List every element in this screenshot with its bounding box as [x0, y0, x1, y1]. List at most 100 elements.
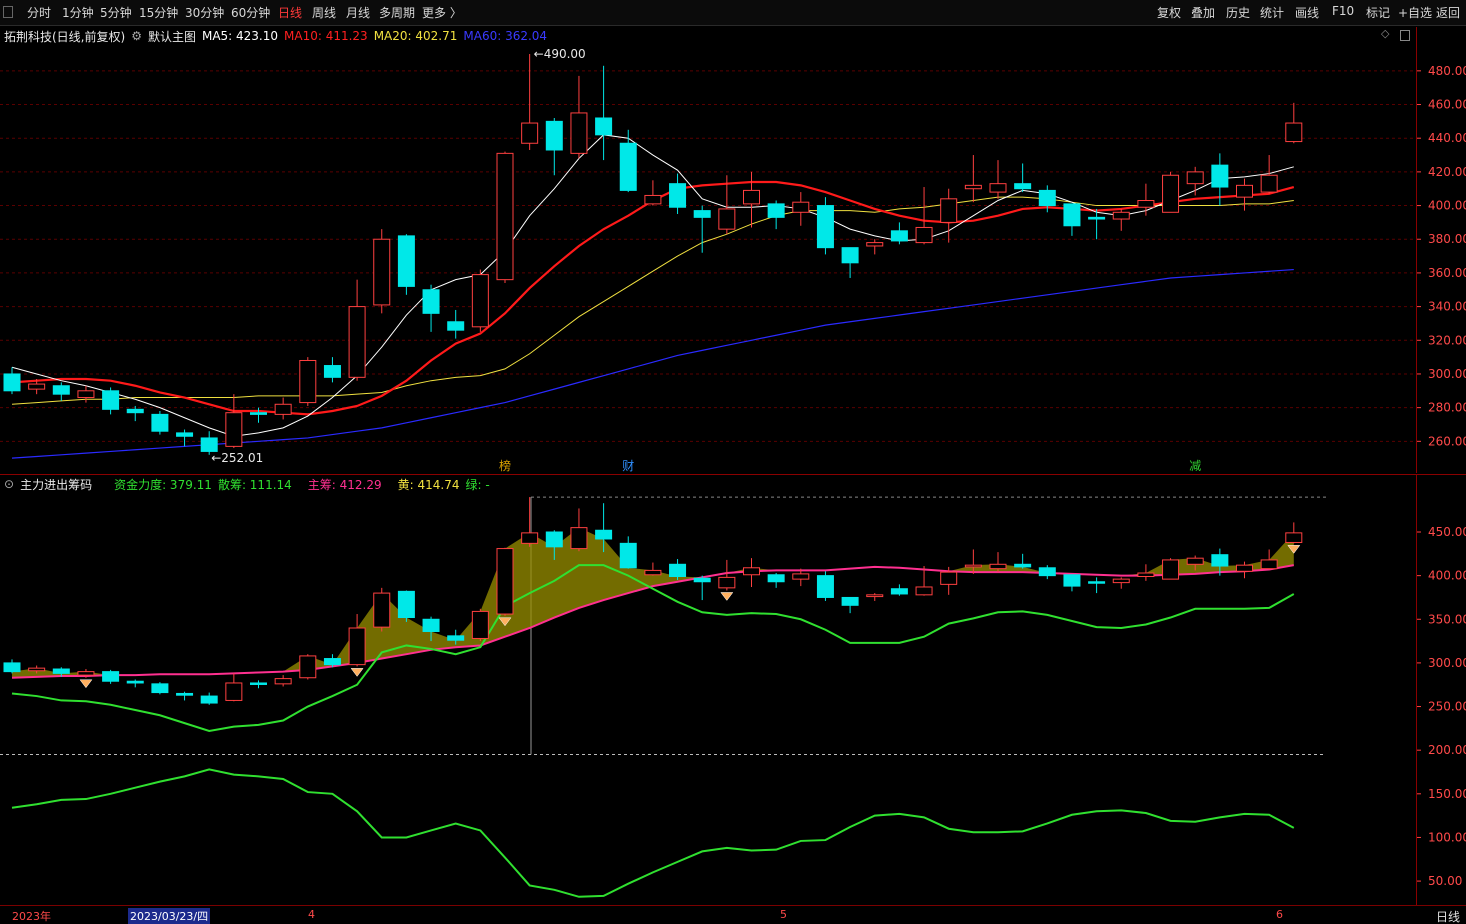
candle-body	[521, 532, 539, 544]
mark-button[interactable]: 标记	[1366, 4, 1390, 21]
candle-body	[1236, 184, 1253, 198]
indicator-chart[interactable]: 450.00 400.00 350.00 300.00 250.00 200.00 150.…	[0, 475, 1466, 906]
candle-body	[1063, 574, 1081, 587]
candle-body	[890, 588, 908, 595]
candle-body	[619, 542, 637, 569]
low-price-annotation: ←252.01	[211, 451, 263, 465]
signal-diamond-icon	[720, 592, 734, 601]
candle-body	[373, 238, 391, 306]
event-marker: 财	[622, 459, 634, 473]
period-tab-60min[interactable]: 60分钟	[231, 4, 270, 21]
adjust-button[interactable]: 复权	[1157, 4, 1181, 21]
candle-body	[940, 571, 958, 585]
candle-body	[866, 594, 884, 598]
period-indicator: 日线	[1435, 910, 1460, 924]
price-tick-label: 340.00	[1428, 300, 1466, 314]
ma10-line	[11, 180, 1295, 416]
candle-body	[570, 527, 588, 550]
candle-body	[102, 671, 120, 682]
overlay-button[interactable]: 叠加	[1191, 4, 1215, 21]
candle-body	[816, 205, 834, 249]
candle-body	[77, 390, 95, 399]
price-tick-label: 380.00	[1428, 232, 1466, 246]
candle-body	[964, 564, 982, 568]
indicator-panel[interactable]: ⊙ 主力进出筹码 资金力度: 379.11 散筹: 111.14 主筹: 412…	[0, 474, 1466, 905]
candle-body	[1285, 532, 1303, 543]
fund-strength-line	[11, 564, 1295, 733]
candle-body	[250, 412, 267, 415]
indicator-tick-label: 150.00	[1428, 787, 1466, 801]
candle-body	[471, 610, 489, 639]
period-toolbar: 分时 1分钟 5分钟 15分钟 30分钟 60分钟 日线 周线 月线 多周期 更…	[0, 0, 1466, 26]
candlestick-chart[interactable]: 480.00 460.00 440.00 420.00 400.00 380.00 360.…	[0, 27, 1466, 473]
candle-body	[792, 573, 810, 580]
candle-body	[545, 531, 563, 548]
candle-body	[669, 183, 687, 208]
candle-body	[964, 184, 982, 190]
event-marker: 榜	[499, 458, 511, 473]
period-tab-1min[interactable]: 1分钟	[62, 4, 94, 21]
back-button[interactable]: 返回	[1436, 4, 1460, 21]
price-tick-label: 400.00	[1428, 199, 1466, 213]
date-axis: 2023年 2023/03/23/四 4 5 6 日线	[0, 905, 1466, 924]
candle-body	[250, 682, 267, 685]
period-tab-weekly[interactable]: 周线	[312, 4, 336, 21]
candle-body	[1063, 203, 1081, 227]
indicator-tick-label: 200.00	[1428, 743, 1466, 757]
candle-body	[422, 618, 440, 632]
period-tab-monthly[interactable]: 月线	[346, 4, 370, 21]
candle-body	[447, 635, 465, 641]
candle-body	[644, 194, 662, 205]
period-tab-5min[interactable]: 5分钟	[100, 4, 132, 21]
ma60-line	[11, 268, 1294, 459]
candle-body	[77, 671, 95, 676]
candle-body	[1162, 174, 1180, 213]
period-tab-multi[interactable]: 多周期	[379, 4, 415, 21]
indicator-tick-label: 300.00	[1428, 656, 1466, 670]
stats-button[interactable]: 统计	[1260, 4, 1284, 21]
x-label-april: 4	[308, 908, 315, 921]
candle-body	[693, 577, 711, 583]
period-tab-15min[interactable]: 15分钟	[139, 4, 178, 21]
f10-button[interactable]: F10	[1332, 4, 1354, 18]
x-label-may: 5	[780, 908, 787, 921]
candle-body	[1236, 564, 1253, 572]
candle-body	[718, 208, 736, 230]
indicator-tick-label: 450.00	[1428, 525, 1466, 539]
candle-body	[915, 586, 933, 596]
draw-line-button[interactable]: 画线	[1295, 4, 1319, 21]
collapse-handle-icon[interactable]	[3, 6, 13, 18]
candle-body	[915, 226, 933, 244]
candle-body	[496, 152, 514, 281]
period-tab-daily[interactable]: 日线	[278, 4, 302, 21]
candle-body	[1014, 183, 1032, 190]
candle-body	[3, 373, 21, 392]
price-tick-label: 420.00	[1428, 165, 1466, 179]
price-tick-label: 300.00	[1428, 367, 1466, 381]
history-button[interactable]: 历史	[1226, 4, 1250, 21]
candle-body	[1088, 581, 1106, 584]
candle-body	[28, 667, 46, 672]
candle-body	[52, 668, 70, 674]
price-tick-label: 320.00	[1428, 333, 1466, 347]
candle-body	[348, 306, 366, 378]
add-watchlist-button[interactable]: +自选	[1398, 4, 1432, 21]
ma20-line	[11, 196, 1294, 405]
period-tab-fenshi[interactable]: 分时	[27, 4, 51, 21]
candle-body	[323, 658, 341, 666]
candle-body	[718, 576, 736, 589]
candle-body	[225, 682, 243, 701]
candle-body	[841, 596, 859, 606]
candle-body	[1112, 578, 1130, 584]
candle-body	[200, 437, 218, 452]
period-tab-30min[interactable]: 30分钟	[185, 4, 224, 21]
candle-body	[816, 575, 834, 598]
main-chart-panel[interactable]: 拓荆科技(日线,前复权) ⚙ 默认主图 MA5: 423.10 MA10: 41…	[0, 27, 1466, 473]
candle-body	[1260, 174, 1278, 193]
candle-body	[1211, 164, 1229, 188]
candle-body	[619, 142, 637, 191]
candle-body	[471, 274, 489, 328]
period-tab-more[interactable]: 更多 〉	[422, 4, 462, 21]
candle-body	[1285, 122, 1303, 143]
candle-body	[1162, 559, 1180, 580]
